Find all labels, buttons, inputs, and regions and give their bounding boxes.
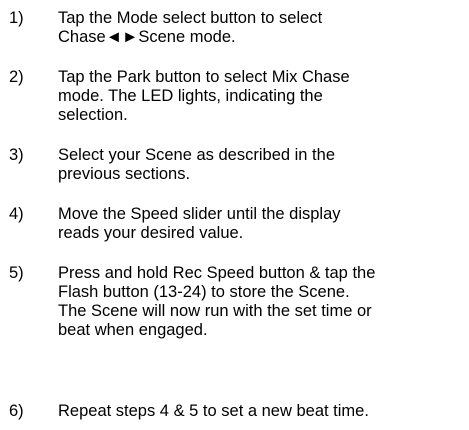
step-line: beat when engaged. (58, 321, 208, 339)
step-text: Repeat steps 4 & 5 to set a new beat tim… (58, 402, 463, 421)
step-line: Repeat steps 4 & 5 to set a new beat tim… (58, 402, 369, 420)
step-line: Press and hold Rec Speed button & tap th… (58, 264, 376, 282)
step-line: selection. (58, 106, 128, 124)
step-line: reads your desired value. (58, 224, 244, 242)
step-number: 5) (9, 264, 24, 282)
step-number: 2) (9, 68, 24, 86)
step-number: 1) (9, 9, 24, 27)
step-text: Move the Speed slider until the display … (58, 205, 463, 243)
step-line: mode. The LED lights, indicating the (58, 87, 323, 105)
step-line: The Scene will now run with the set time… (58, 302, 372, 320)
step-line: Select your Scene as described in the (58, 146, 335, 164)
step-line: Tap the Park button to select Mix Chase (58, 68, 350, 86)
step-line: Tap the Mode select button to select (58, 9, 323, 27)
step-number: 6) (9, 402, 24, 420)
step-number: 4) (9, 205, 24, 223)
step-line: Move the Speed slider until the display (58, 205, 341, 223)
step-text: Tap the Park button to select Mix Chase … (58, 68, 463, 125)
step-line: Flash button (13-24) to store the Scene. (58, 283, 350, 301)
step-line: Chase◄►Scene mode. (58, 28, 236, 46)
step-text: Press and hold Rec Speed button & tap th… (58, 264, 463, 340)
step-text: Select your Scene as described in the pr… (58, 146, 463, 184)
step-text: Tap the Mode select button to select Cha… (58, 9, 463, 47)
step-number: 3) (9, 146, 24, 164)
step-line: previous sections. (58, 165, 191, 183)
